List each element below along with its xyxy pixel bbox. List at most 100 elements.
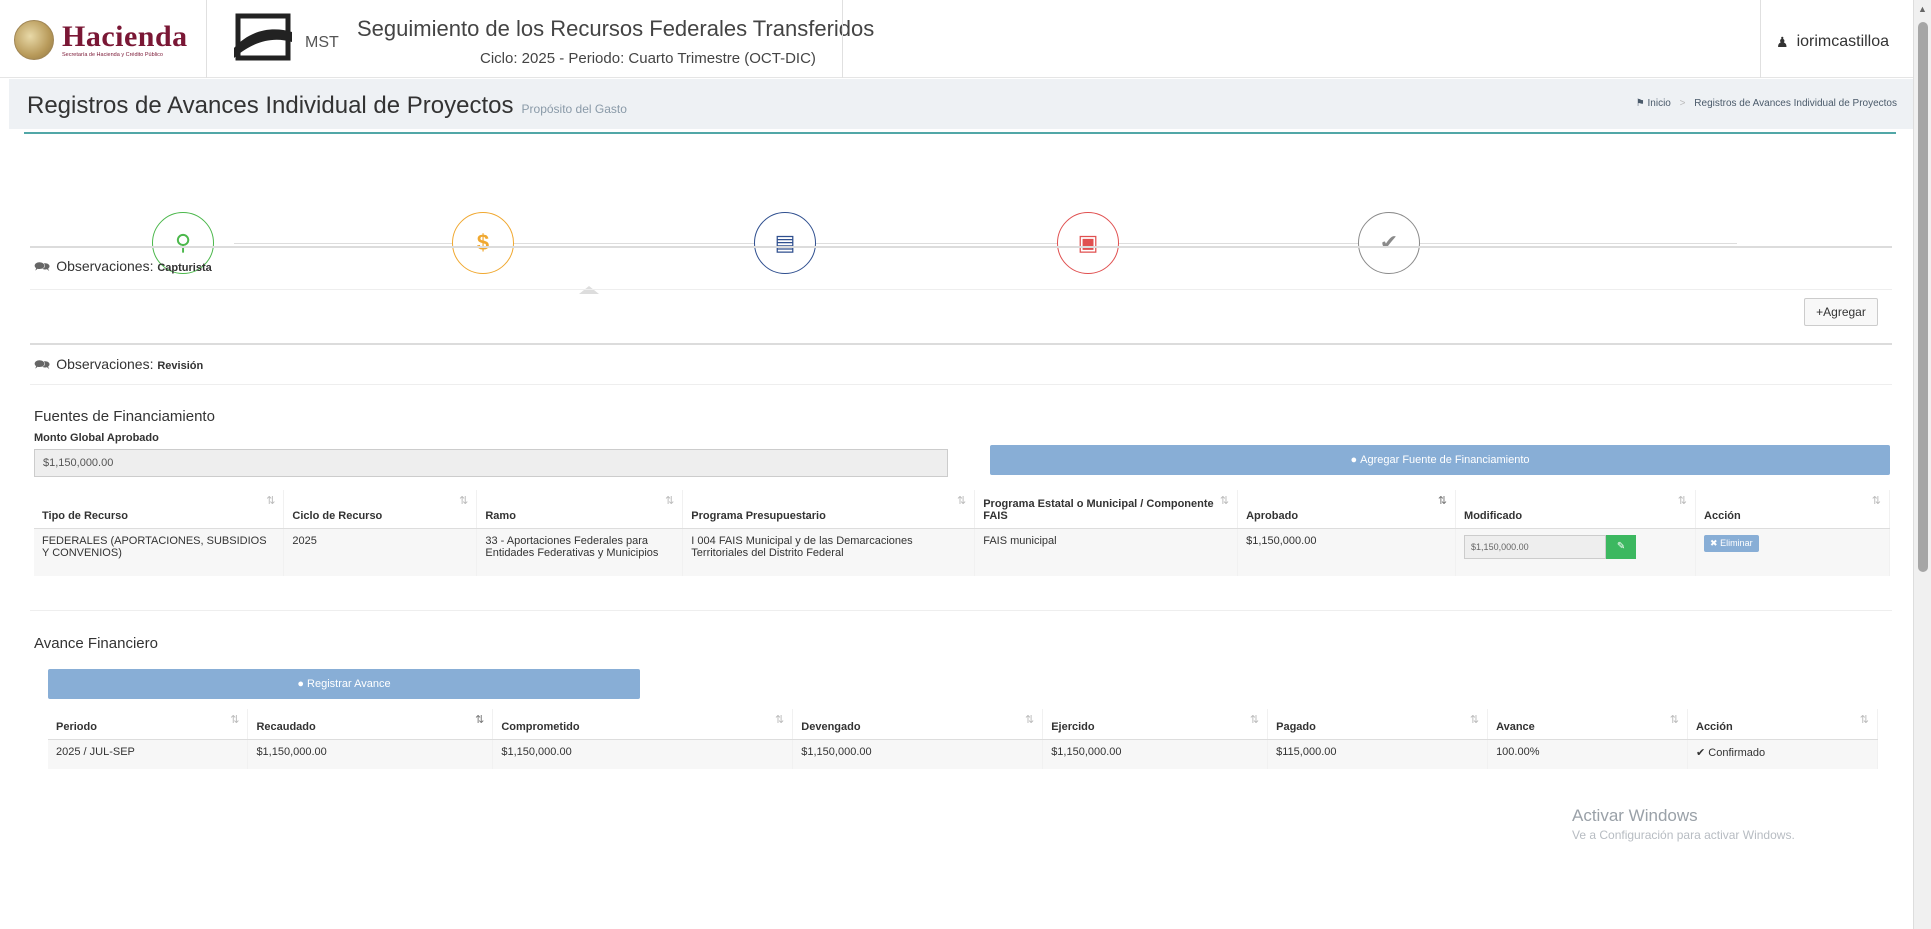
th-ejercido[interactable]: Ejercido ⇅ xyxy=(1042,709,1269,740)
app-subtitle: Ciclo: 2025 - Periodo: Cuarto Trimestre … xyxy=(480,50,816,67)
page-subtitle: Propósito del Gasto xyxy=(521,102,627,116)
modificado-input[interactable]: $1,150,000.00 xyxy=(1464,534,1607,559)
app-header: Hacienda Secretaría de Hacienda y Crédit… xyxy=(0,0,1913,78)
page-title: Registros de Avances Individual de Proye… xyxy=(27,92,627,120)
monto-global-field[interactable]: $1,150,000.00 xyxy=(34,449,948,477)
monto-label: Monto Global Aprobado xyxy=(34,432,159,444)
map-marker-icon: ⚲ xyxy=(174,230,192,255)
scroll-up-icon[interactable]: ▲ xyxy=(1918,4,1927,14)
cell-avance: 100.00% xyxy=(1487,739,1688,769)
avance-title: Avance Financiero xyxy=(34,635,158,652)
table-row: 2025 / JUL-SEP $1,150,000.00 $1,150,000.… xyxy=(48,739,1878,769)
cell-accion: ✔ Confirmado xyxy=(1687,739,1878,769)
edit-icon: ✎ xyxy=(1616,541,1626,552)
obs-role: Revisión xyxy=(157,360,204,372)
cell-devengado: $1,150,000.00 xyxy=(792,739,1044,769)
edit-button[interactable]: ✎ xyxy=(1606,534,1637,559)
obs-role: Capturista xyxy=(157,262,212,274)
seal-icon xyxy=(14,20,54,60)
divider xyxy=(30,289,1892,290)
comments-icon: 🗪 xyxy=(34,259,51,274)
breadcrumb-current: Registros de Avances Individual de Proye… xyxy=(1694,98,1897,109)
cell-ciclo: 2025 xyxy=(283,528,478,576)
plus-circle-icon: ● xyxy=(297,678,305,690)
cell-ejercido: $1,150,000.00 xyxy=(1042,739,1269,769)
th-pagado[interactable]: Pagado ⇅ xyxy=(1267,709,1489,740)
scroll-thumb[interactable] xyxy=(1918,22,1928,572)
cell-comprometido: $1,150,000.00 xyxy=(492,739,794,769)
activation-watermark-title: Activar Windows xyxy=(1572,806,1698,825)
cell-recaudado: $1,150,000.00 xyxy=(247,739,494,769)
file-icon: ▤ xyxy=(774,230,796,255)
user-icon: ♟ xyxy=(1776,33,1789,50)
page-title-text: Registros de Avances Individual de Proye… xyxy=(27,92,514,119)
breadcrumb-separator: > xyxy=(1679,98,1686,109)
registrar-avance-button[interactable]: ● Registrar Avance xyxy=(48,669,640,699)
divider xyxy=(30,246,1892,248)
divider xyxy=(30,343,1892,345)
cell-pagado: $115,000.00 xyxy=(1267,739,1489,769)
obs-label: Observaciones: xyxy=(56,258,154,274)
cell-modificado: $1,150,000.00 ✎ xyxy=(1455,528,1697,576)
th-accion[interactable]: Acción ⇅ xyxy=(1695,490,1890,529)
table-row: FEDERALES (APORTACIONES, SUBSIDIOS Y CON… xyxy=(34,528,1890,576)
user-menu[interactable]: ♟ iorimcastilloa xyxy=(1776,33,1889,51)
user-name: iorimcastilloa xyxy=(1796,33,1890,50)
mst-logo-icon xyxy=(234,13,292,61)
th-accion[interactable]: Acción ⇅ xyxy=(1687,709,1878,740)
confirmado-label: Confirmado xyxy=(1708,746,1766,759)
cell-ramo: 33 - Aportaciones Federales para Entidad… xyxy=(476,528,684,576)
dashboard-icon: ⚑ xyxy=(1635,98,1645,109)
divider xyxy=(30,384,1892,385)
cell-accion: ✖ Eliminar xyxy=(1695,528,1890,576)
eliminar-button[interactable]: ✖ Eliminar xyxy=(1704,534,1759,552)
agregar-label: Agregar xyxy=(1823,305,1866,319)
header-divider xyxy=(842,0,843,78)
th-modificado[interactable]: Modificado ⇅ xyxy=(1455,490,1697,529)
th-devengado[interactable]: Devengado ⇅ xyxy=(792,709,1044,740)
registrar-avance-label: Registrar Avance xyxy=(307,678,391,690)
activation-watermark-text: Ve a Configuración para activar Windows. xyxy=(1572,828,1795,842)
th-ramo[interactable]: Ramo ⇅ xyxy=(476,490,684,529)
vertical-scrollbar[interactable]: ▲ xyxy=(1913,0,1931,929)
agregar-fuente-button[interactable]: ● Agregar Fuente de Financiamiento xyxy=(990,445,1890,475)
breadcrumb-home[interactable]: Inicio xyxy=(1648,98,1671,109)
th-aprobado[interactable]: Aprobado ⇅ xyxy=(1237,490,1457,529)
app-title: Seguimiento de los Recursos Federales Tr… xyxy=(357,16,875,41)
observaciones-capturista: 🗪 Observaciones: Capturista xyxy=(34,258,212,280)
dollar-icon: $ xyxy=(476,230,490,255)
th-tipo[interactable]: Tipo de Recurso ⇅ xyxy=(34,490,285,529)
th-periodo[interactable]: Periodo ⇅ xyxy=(48,709,249,740)
wizard-step-images[interactable]: ▣ xyxy=(1057,212,1119,274)
comments-icon: 🗪 xyxy=(34,357,51,372)
divider xyxy=(30,610,1892,611)
wizard-step-financial[interactable]: $ xyxy=(452,212,514,274)
avance-table: Periodo ⇅ Recaudado ⇅ Comprometido ⇅ Deveng… xyxy=(48,709,1878,769)
wizard-step-confirm[interactable]: ✔ xyxy=(1358,212,1420,274)
check-icon: ✔ xyxy=(1696,746,1709,759)
check-icon: ✔ xyxy=(1379,230,1399,255)
breadcrumb: ⚑ Inicio > Registros de Avances Individu… xyxy=(1636,98,1897,109)
plus-icon: + xyxy=(1816,305,1824,319)
obs-label: Observaciones: xyxy=(56,356,154,372)
observaciones-revision: 🗪 Observaciones: Revisión xyxy=(34,356,203,378)
th-programa[interactable]: Programa Presupuestario ⇅ xyxy=(682,490,976,529)
wizard-step-documents[interactable]: ▤ xyxy=(754,212,816,274)
cell-programa: I 004 FAIS Municipal y de las Demarcacio… xyxy=(682,528,976,576)
cell-tipo: FEDERALES (APORTACIONES, SUBSIDIOS Y CON… xyxy=(34,528,285,576)
header-divider xyxy=(206,0,207,78)
eliminar-label: Eliminar xyxy=(1720,537,1753,548)
th-ciclo[interactable]: Ciclo de Recurso ⇅ xyxy=(283,490,478,529)
plus-circle-icon: ● xyxy=(1350,454,1358,466)
th-estatal[interactable]: Programa Estatal o Municipal / Component… xyxy=(974,490,1239,529)
th-recaudado[interactable]: Recaudado ⇅ xyxy=(247,709,494,740)
mst-label: MST xyxy=(305,34,339,51)
th-avance[interactable]: Avance ⇅ xyxy=(1487,709,1688,740)
agregar-fuente-label: Agregar Fuente de Financiamiento xyxy=(1360,454,1530,466)
cell-estatal: FAIS municipal xyxy=(974,528,1239,576)
fuentes-table: Tipo de Recurso ⇅ Ciclo de Recurso ⇅ Ramo ⇅… xyxy=(34,490,1890,576)
active-step-pointer xyxy=(579,286,599,294)
hacienda-logo[interactable]: Hacienda Secretaría de Hacienda y Crédit… xyxy=(14,20,188,60)
th-comprometido[interactable]: Comprometido ⇅ xyxy=(492,709,794,740)
agregar-button[interactable]: + Agregar xyxy=(1804,298,1878,326)
